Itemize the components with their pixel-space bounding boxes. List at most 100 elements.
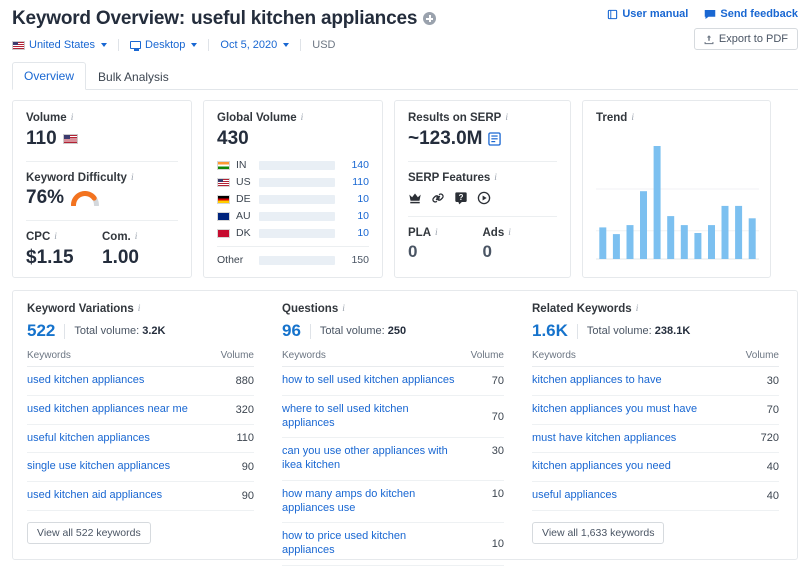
cpc-value: $1.15	[26, 247, 74, 268]
info-icon[interactable]: i	[138, 304, 141, 314]
table-row[interactable]: must have kitchen appliances 720	[532, 424, 779, 454]
send-feedback-link[interactable]: Send feedback	[704, 8, 798, 20]
info-icon[interactable]: i	[435, 228, 438, 238]
col-keywords: Keywords	[27, 350, 216, 367]
table-row[interactable]: kitchen appliances you must have 70	[532, 395, 779, 425]
info-icon[interactable]: i	[508, 228, 511, 238]
table-row[interactable]: kitchen appliances you need 40	[532, 452, 779, 482]
keyword-volume: 10	[466, 522, 504, 566]
keyword-link[interactable]: can you use other appliances with ikea k…	[282, 437, 466, 481]
date-filter[interactable]: Oct 5, 2020	[220, 39, 300, 51]
divider	[300, 39, 302, 51]
table-row[interactable]: used kitchen appliances 880	[27, 366, 254, 396]
people-also-ask-icon[interactable]: ?	[454, 191, 468, 205]
table-row[interactable]: where to sell used kitchen appliances 70	[282, 395, 504, 439]
table-row[interactable]: how to price used kitchen appliances 10	[282, 522, 504, 566]
device-filter[interactable]: Desktop	[130, 39, 208, 51]
chevron-down-icon	[101, 43, 108, 47]
info-icon[interactable]: i	[631, 113, 634, 123]
filter-bar: United States Desktop Oct 5, 2020 USD	[12, 39, 798, 51]
keyword-link[interactable]: single use kitchen appliances	[27, 452, 216, 482]
table-row[interactable]: single use kitchen appliances 90	[27, 452, 254, 482]
user-manual-label: User manual	[622, 8, 689, 20]
info-icon[interactable]: i	[494, 173, 497, 183]
keyword-volume: 90	[216, 481, 254, 511]
add-keyword-icon[interactable]	[423, 12, 437, 25]
export-to-pdf-button[interactable]: Export to PDF	[693, 28, 798, 50]
list-item[interactable]: AU 10	[217, 210, 369, 222]
table-header-row: Keywords Volume	[532, 350, 779, 367]
keyword-volume: 30	[466, 437, 504, 481]
info-icon[interactable]: i	[71, 113, 74, 123]
info-icon[interactable]: i	[54, 232, 57, 242]
keyword-volume: 40	[741, 481, 779, 511]
list-item[interactable]: US 110	[217, 176, 369, 188]
table-row[interactable]: useful kitchen appliances 110	[27, 424, 254, 454]
table-row[interactable]: useful appliances 40	[532, 481, 779, 511]
keyword-link[interactable]: useful kitchen appliances	[27, 424, 216, 454]
tab-overview[interactable]: Overview	[12, 62, 87, 90]
country-code: US	[236, 176, 251, 188]
keyword-link[interactable]: must have kitchen appliances	[532, 424, 741, 454]
total-volume-value: 3.2K	[142, 325, 166, 337]
keyword-link[interactable]: used kitchen aid appliances	[27, 481, 216, 511]
link-icon[interactable]	[431, 191, 445, 205]
table-row[interactable]: kitchen appliances to have 30	[532, 366, 779, 396]
keyword-link[interactable]: how many amps do kitchen appliances use	[282, 480, 466, 524]
global-volume-country-list: IN 140 US 110 DE 10 AU 10 DK 10 Other 15…	[217, 159, 369, 266]
device-filter-label: Desktop	[145, 39, 186, 51]
info-icon[interactable]: i	[131, 173, 134, 183]
country-filter-label: United States	[29, 39, 96, 51]
table-row[interactable]: how to sell used kitchen appliances 70	[282, 366, 504, 396]
keyword-link[interactable]: kitchen appliances to have	[532, 366, 741, 396]
country-volume: 110	[352, 176, 369, 188]
keyword-link[interactable]: how to price used kitchen appliances	[282, 522, 466, 566]
keyword-link[interactable]: used kitchen appliances	[27, 366, 216, 396]
table-row[interactable]: how many amps do kitchen appliances use …	[282, 480, 504, 524]
tab-bulk-analysis[interactable]: Bulk Analysis	[86, 63, 181, 90]
video-icon[interactable]	[477, 191, 491, 205]
info-icon[interactable]: i	[301, 113, 304, 123]
keyword-link[interactable]: where to sell used kitchen appliances	[282, 395, 466, 439]
list-item[interactable]: IN 140	[217, 159, 369, 171]
page-header: Keyword Overview: useful kitchen applian…	[0, 0, 810, 90]
user-manual-link[interactable]: User manual	[607, 8, 688, 20]
keyword-link[interactable]: used kitchen appliances near me	[27, 395, 216, 425]
info-icon[interactable]: i	[505, 113, 508, 123]
related-keywords-count[interactable]: 1.6K	[532, 321, 568, 341]
keyword-link[interactable]: kitchen appliances you must have	[532, 395, 741, 425]
results-on-serp-label: Results on SERP	[408, 112, 502, 124]
dk-flag-icon	[217, 228, 230, 238]
cpc-block: CPC i $1.15	[26, 231, 102, 269]
country-filter[interactable]: United States	[12, 39, 118, 51]
keyword-variations-count[interactable]: 522	[27, 321, 55, 341]
table-header-row: Keywords Volume	[27, 350, 254, 367]
view-all-related-keywords-button[interactable]: View all 1,633 keywords	[532, 521, 665, 544]
questions-count[interactable]: 96	[282, 321, 301, 341]
info-icon[interactable]: i	[342, 304, 345, 314]
keyword-link[interactable]: kitchen appliances you need	[532, 452, 741, 482]
related-keywords-total: Total volume: 238.1K	[587, 325, 690, 337]
info-icon[interactable]: i	[636, 304, 639, 314]
page-title-prefix: Keyword Overview:	[12, 8, 185, 29]
table-row[interactable]: used kitchen appliances near me 320	[27, 395, 254, 425]
info-icon[interactable]: i	[135, 232, 138, 242]
featured-snippet-icon[interactable]	[408, 191, 422, 205]
send-feedback-label: Send feedback	[720, 8, 798, 20]
keyword-difficulty-value-row: 76%	[26, 187, 178, 209]
keyword-variations-title: Keyword Variations	[27, 303, 134, 315]
related-keywords-title-row: Related Keywords i	[532, 303, 779, 315]
pla-value: 0	[408, 242, 418, 261]
keyword-link[interactable]: useful appliances	[532, 481, 741, 511]
table-row[interactable]: used kitchen aid appliances 90	[27, 481, 254, 511]
keyword-overview-page: Keyword Overview: useful kitchen applian…	[0, 0, 810, 575]
list-item[interactable]: DE 10	[217, 193, 369, 205]
list-item[interactable]: DK 10	[217, 227, 369, 239]
keyword-variations-summary: 522 Total volume: 3.2K	[27, 321, 254, 341]
table-row[interactable]: can you use other appliances with ikea k…	[282, 437, 504, 481]
country-volume: 10	[357, 210, 369, 222]
cpc-label: CPC	[26, 231, 51, 243]
keyword-link[interactable]: how to sell used kitchen appliances	[282, 366, 466, 396]
view-all-keyword-variations-button[interactable]: View all 522 keywords	[27, 521, 151, 544]
serp-report-icon[interactable]	[488, 132, 502, 146]
